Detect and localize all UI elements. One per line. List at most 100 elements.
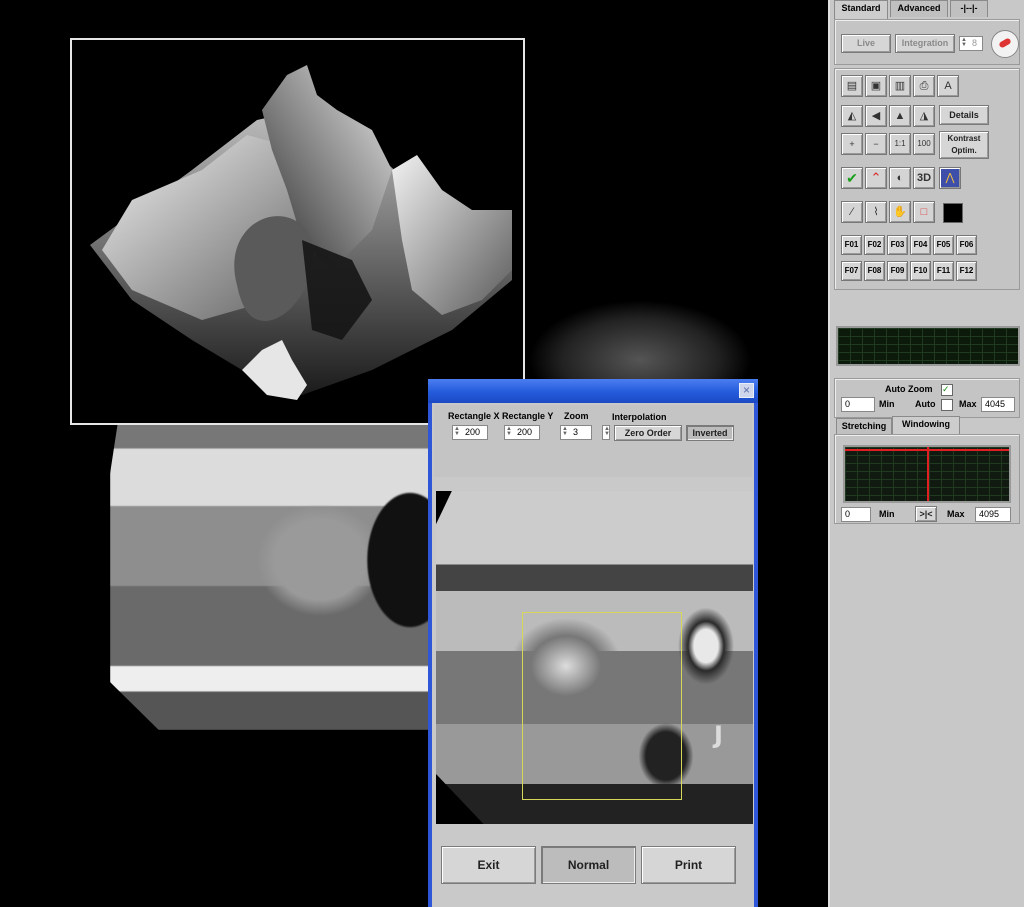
rect-y-label: Rectangle Y (502, 411, 554, 421)
auto-label: Auto (915, 399, 936, 409)
zoom-1to1-icon[interactable]: 1:1 (889, 133, 911, 155)
print-button[interactable]: Print (641, 846, 736, 884)
fkey-f01[interactable]: F01 (841, 235, 862, 255)
live-button[interactable]: Live (841, 34, 891, 53)
auto-zoom-box: Auto Zoom ✓ 0 Min Auto Max 4045 (834, 378, 1020, 418)
signal-scope (836, 326, 1020, 366)
normal-button[interactable]: Normal (541, 846, 636, 884)
rect-y-value: 200 (517, 427, 533, 437)
windowing-min-field[interactable]: 0 (841, 507, 871, 522)
fkey-f09[interactable]: F09 (887, 261, 908, 281)
auto-zoom-max-field[interactable]: 4045 (981, 397, 1015, 412)
save-icon[interactable]: ▣ (865, 75, 887, 97)
rect-y-stepper[interactable]: ▲ ▼ 200 (504, 425, 540, 440)
fkey-f08[interactable]: F08 (864, 261, 885, 281)
interpolation-stepper[interactable]: ▲ ▼ (602, 425, 610, 440)
kontrast-optim-button[interactable]: Kontrast Optim. (939, 131, 989, 159)
curve-icon[interactable]: ⌃ (865, 167, 887, 189)
dial-icon[interactable] (991, 30, 1019, 58)
stepper-arrows-icon[interactable]: ▲ ▼ (454, 426, 462, 438)
fkey-f05[interactable]: F05 (933, 235, 954, 255)
tab-advanced[interactable]: Advanced (890, 0, 948, 17)
tab-stretching[interactable]: Stretching (836, 418, 892, 435)
check-icon[interactable]: ✔ (841, 167, 863, 189)
windowing-max-field[interactable]: 4095 (975, 507, 1011, 522)
close-icon[interactable]: × (739, 383, 754, 398)
zoom-value: 3 (573, 427, 579, 437)
zoom-label: Zoom (564, 411, 589, 421)
auto-zoom-label: Auto Zoom (885, 384, 933, 394)
fkey-f10[interactable]: F10 (910, 261, 931, 281)
interpolation-label: Interpolation (612, 412, 667, 422)
background-xray-ghost (520, 220, 760, 385)
histogram-icon[interactable]: ⋀ (939, 167, 961, 189)
xray-letter-shape: J (714, 721, 723, 749)
text-icon[interactable]: A (937, 75, 959, 97)
rotate-icon[interactable]: ◮ (913, 105, 935, 127)
fkey-f04[interactable]: F04 (910, 235, 931, 255)
save-as-icon[interactable]: ▥ (889, 75, 911, 97)
fkey-f06[interactable]: F06 (956, 235, 977, 255)
fkey-f11[interactable]: F11 (933, 261, 954, 281)
auto-zoom-checkbox[interactable]: ✓ (941, 384, 953, 396)
tab-standard[interactable]: Standard (834, 0, 888, 19)
exit-button[interactable]: Exit (441, 846, 536, 884)
zoom-out-icon[interactable]: − (865, 133, 887, 155)
tab-windowing[interactable]: Windowing (892, 416, 960, 435)
printer-icon[interactable]: ⎙ (913, 75, 935, 97)
zoom-selection-rectangle[interactable] (522, 612, 682, 800)
fkey-f12[interactable]: F12 (956, 261, 977, 281)
inverted-button[interactable]: Inverted (686, 425, 734, 441)
stepper-arrows-icon[interactable]: ▲ ▼ (506, 426, 514, 438)
zoom-100-icon[interactable]: 100 (913, 133, 935, 155)
zero-order-button[interactable]: Zero Order (614, 425, 682, 441)
three-d-icon[interactable]: 3D (913, 167, 935, 189)
surface-3d-view[interactable] (70, 38, 525, 425)
zoom-dialog[interactable]: × Rectangle X Rectangle Y Zoom Interpola… (428, 379, 758, 907)
fkey-f02[interactable]: F02 (864, 235, 885, 255)
integration-stepper[interactable]: ▲ ▼ 8 (959, 36, 983, 51)
auto-zoom-min-label: Min (879, 399, 895, 409)
rectangle-icon[interactable]: □ (913, 201, 935, 223)
windowing-center-line (927, 447, 929, 501)
open-folder-icon[interactable]: ▤ (841, 75, 863, 97)
zoom-stepper[interactable]: ▲ ▼ 3 (560, 425, 592, 440)
zoom-controls: Rectangle X Rectangle Y Zoom Interpolati… (434, 405, 752, 477)
windowing-box: 0 Min >|< Max 4095 (834, 434, 1020, 524)
color-swatch[interactable] (943, 203, 963, 223)
windowing-max-label: Max (947, 509, 965, 519)
dialog-body: Rectangle X Rectangle Y Zoom Interpolati… (432, 403, 754, 907)
xray-image[interactable] (110, 410, 435, 730)
flip-vertical-icon[interactable]: ◭ (841, 105, 863, 127)
dialog-title-bar[interactable]: × (428, 379, 758, 403)
image-viewport[interactable]: × Rectangle X Rectangle Y Zoom Interpola… (0, 0, 828, 907)
surface-3d-plot (90, 65, 512, 400)
windowing-min-label: Min (879, 509, 895, 519)
hand-icon[interactable]: ✋ (889, 201, 911, 223)
wand-icon[interactable]: ⁄ (841, 201, 863, 223)
stepper-arrows-icon[interactable]: ▲ ▼ (562, 426, 570, 438)
stepper-arrows-icon[interactable]: ▲ ▼ (604, 426, 612, 438)
profile-icon[interactable]: ⌇ (865, 201, 887, 223)
windowing-graph[interactable] (843, 445, 1011, 503)
auto-checkbox[interactable] (941, 399, 953, 411)
tab-extra[interactable]: -|--|- (950, 0, 988, 17)
auto-zoom-max-label: Max (959, 399, 977, 409)
fkey-f07[interactable]: F07 (841, 261, 862, 281)
stepper-arrows-icon[interactable]: ▲ ▼ (961, 37, 969, 49)
zoom-in-icon[interactable]: + (841, 133, 863, 155)
integration-button[interactable]: Integration (895, 34, 955, 53)
rect-x-value: 200 (465, 427, 481, 437)
auto-zoom-min-field[interactable]: 0 (841, 397, 875, 412)
rect-x-stepper[interactable]: ▲ ▼ 200 (452, 425, 488, 440)
tools-box: ▤ ▣ ▥ ⎙ A ◭ ◀ ▲ ◮ Details + − 1:1 100 Ko… (834, 68, 1020, 290)
mirror-icon[interactable]: ▲ (889, 105, 911, 127)
windowing-center-button[interactable]: >|< (915, 506, 937, 522)
details-button[interactable]: Details (939, 105, 989, 125)
integration-value: 8 (972, 38, 978, 48)
dial-needle-icon (998, 37, 1012, 49)
flip-horizontal-icon[interactable]: ◀ (865, 105, 887, 127)
contrast-icon[interactable]: ◐ (889, 167, 911, 189)
fkey-f03[interactable]: F03 (887, 235, 908, 255)
zoom-image[interactable]: J (436, 491, 753, 824)
